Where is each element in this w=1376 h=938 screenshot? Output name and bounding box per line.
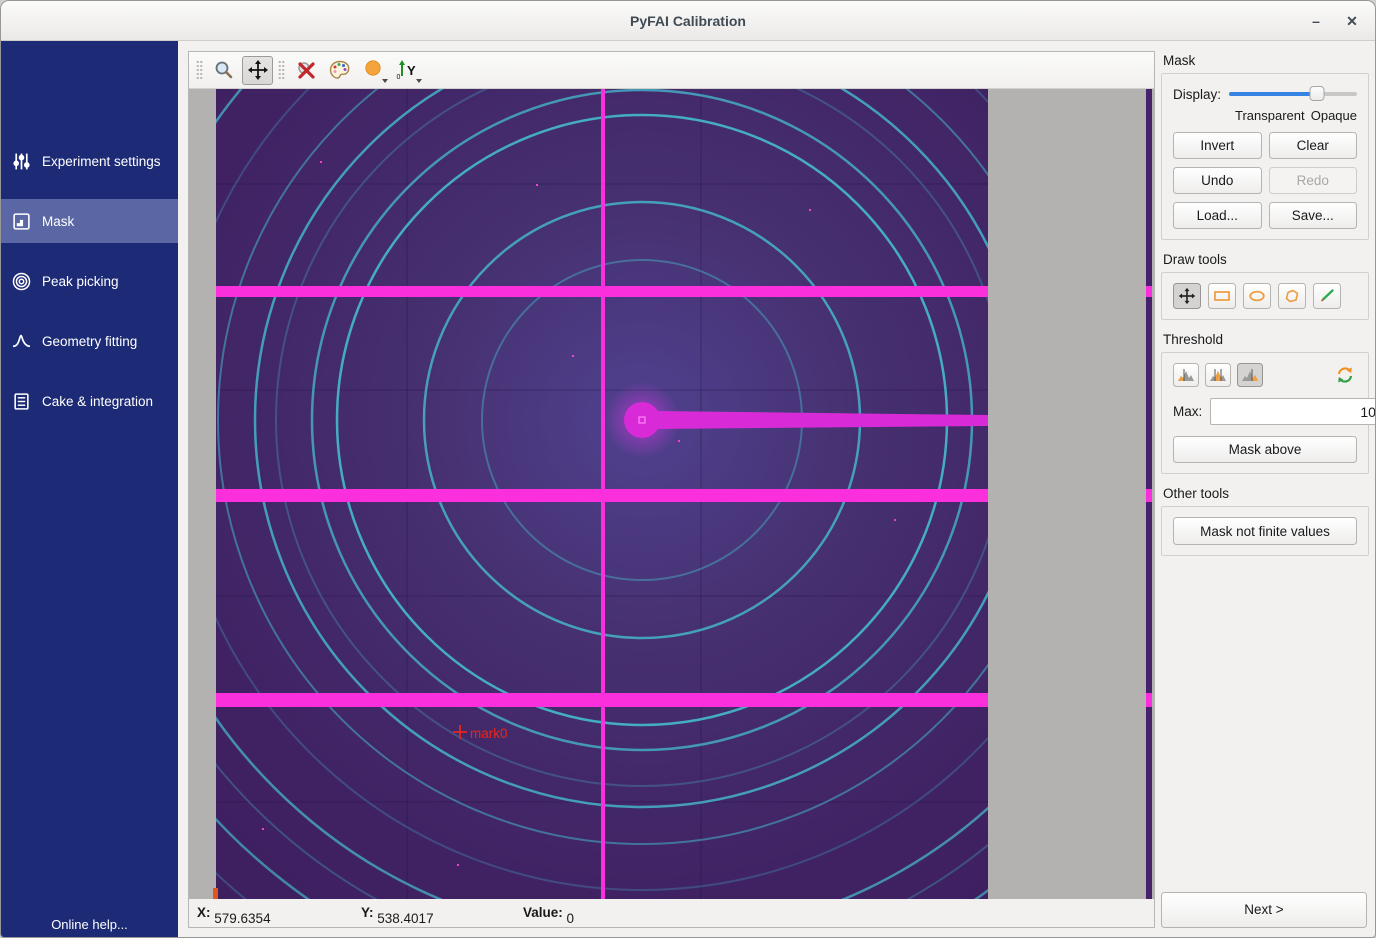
refresh-button[interactable] bbox=[1333, 363, 1357, 387]
refresh-icon bbox=[1335, 365, 1355, 385]
mask-above-histogram-icon bbox=[1241, 368, 1259, 382]
toolbar-grip[interactable] bbox=[278, 60, 285, 80]
ellipse-tool-icon bbox=[1248, 288, 1266, 304]
sidebar-item-mask[interactable]: Mask bbox=[1, 199, 178, 243]
clear-button[interactable]: Clear bbox=[1269, 132, 1358, 159]
dropdown-caret-icon bbox=[382, 79, 388, 83]
display-label: Display: bbox=[1173, 87, 1221, 102]
pan-tool-icon bbox=[1178, 287, 1196, 305]
pan-tool-button[interactable] bbox=[1173, 283, 1201, 309]
window-title: PyFAI Calibration bbox=[1, 1, 1375, 41]
other-tools-groupbox: Mask not finite values bbox=[1161, 506, 1369, 556]
cursor-value-readout: Value: 0 bbox=[523, 905, 567, 920]
sidebar-item-experiment-settings[interactable]: Experiment settings bbox=[1, 139, 178, 183]
mask-tools-panel: Mask Display: Transparent Opaque Invert … bbox=[1161, 41, 1369, 937]
orange-edge-tick bbox=[213, 888, 218, 899]
pan-button[interactable] bbox=[242, 56, 273, 85]
colormap-palette-icon bbox=[328, 58, 352, 82]
y-axis-orientation-button[interactable]: Y 0 bbox=[392, 56, 423, 85]
sidebar-item-peak-picking[interactable]: Peak picking bbox=[1, 259, 178, 303]
pencil-tool-icon bbox=[1318, 288, 1336, 304]
plot-widget: Y 0 bbox=[188, 51, 1155, 928]
clear-zoom-button[interactable] bbox=[290, 56, 321, 85]
slider-handle[interactable] bbox=[1310, 86, 1325, 101]
mask-above-button[interactable]: Mask above bbox=[1173, 436, 1357, 463]
peak-curve-icon bbox=[12, 332, 31, 351]
toolbar-grip[interactable] bbox=[196, 60, 203, 80]
sidebar-item-label: Peak picking bbox=[42, 274, 119, 289]
draw-tools-section-title: Draw tools bbox=[1163, 252, 1369, 267]
sidebar-item-label: Geometry fitting bbox=[42, 334, 137, 349]
transparent-label: Transparent bbox=[1235, 108, 1305, 123]
plot-canvas[interactable]: mark0 bbox=[189, 89, 1154, 899]
threshold-section-title: Threshold bbox=[1163, 332, 1369, 347]
zoom-icon bbox=[213, 59, 235, 81]
next-button[interactable]: Next > bbox=[1161, 892, 1367, 928]
clear-zoom-icon bbox=[294, 58, 318, 82]
mask-section-title: Mask bbox=[1163, 53, 1369, 68]
sidebar-item-cake-integration[interactable]: Cake & integration bbox=[1, 379, 178, 423]
online-help-link[interactable]: Online help... bbox=[1, 917, 178, 932]
mask-between-histogram-icon bbox=[1209, 368, 1227, 382]
polygon-tool-button[interactable] bbox=[1278, 283, 1306, 309]
redo-button[interactable]: Redo bbox=[1269, 167, 1358, 194]
invert-button[interactable]: Invert bbox=[1173, 132, 1262, 159]
marker-label: mark0 bbox=[470, 726, 508, 741]
mask-between-button[interactable] bbox=[1205, 363, 1231, 387]
mask-groupbox: Display: Transparent Opaque Invert Clear… bbox=[1161, 73, 1369, 240]
mask-color-button[interactable] bbox=[358, 56, 389, 85]
max-threshold-input[interactable] bbox=[1210, 398, 1376, 425]
other-tools-section-title: Other tools bbox=[1163, 486, 1369, 501]
plot-toolbar: Y 0 bbox=[189, 52, 1154, 89]
sliders-icon bbox=[12, 152, 31, 171]
close-button[interactable]: ✕ bbox=[1333, 1, 1371, 41]
concentric-rings-icon bbox=[12, 272, 31, 291]
polygon-tool-icon bbox=[1283, 288, 1301, 304]
max-label: Max: bbox=[1173, 404, 1202, 419]
mask-not-finite-button[interactable]: Mask not finite values bbox=[1173, 517, 1357, 545]
lined-document-icon bbox=[12, 392, 31, 411]
colormap-button[interactable] bbox=[324, 56, 355, 85]
opaque-label: Opaque bbox=[1311, 108, 1357, 123]
titlebar: PyFAI Calibration – ✕ bbox=[1, 1, 1375, 41]
cursor-y-readout: Y: 538.4017 bbox=[361, 905, 377, 920]
dropdown-caret-icon bbox=[416, 79, 422, 83]
mask-image-icon bbox=[12, 212, 31, 231]
rectangle-tool-button[interactable] bbox=[1208, 283, 1236, 309]
app-window: PyFAI Calibration – ✕ Experiment setting… bbox=[0, 0, 1376, 938]
svg-text:Y: Y bbox=[407, 63, 416, 78]
pencil-tool-button[interactable] bbox=[1313, 283, 1341, 309]
threshold-groupbox: Max: Mask above bbox=[1161, 352, 1369, 474]
mask-below-histogram-icon bbox=[1177, 368, 1195, 382]
sidebar: Experiment settings Mask Peak picking Ge… bbox=[1, 41, 178, 937]
mask-opacity-slider[interactable] bbox=[1229, 86, 1357, 102]
mask-above-threshold-button[interactable] bbox=[1237, 363, 1263, 387]
ellipse-tool-button[interactable] bbox=[1243, 283, 1271, 309]
draw-tools-groupbox bbox=[1161, 272, 1369, 320]
load-button[interactable]: Load... bbox=[1173, 202, 1262, 229]
sidebar-item-label: Experiment settings bbox=[42, 154, 161, 169]
minimize-button[interactable]: – bbox=[1297, 1, 1335, 41]
undo-button[interactable]: Undo bbox=[1173, 167, 1262, 194]
sidebar-item-geometry-fitting[interactable]: Geometry fitting bbox=[1, 319, 178, 363]
mask-below-button[interactable] bbox=[1173, 363, 1199, 387]
sidebar-item-label: Cake & integration bbox=[42, 394, 153, 409]
zoom-button[interactable] bbox=[208, 56, 239, 85]
cursor-x-readout: X: 579.6354 bbox=[197, 905, 214, 920]
save-button[interactable]: Save... bbox=[1269, 202, 1358, 229]
cursor-status-bar: X: 579.6354 Y: 538.4017 Value: 0 bbox=[189, 899, 1154, 927]
rectangle-tool-icon bbox=[1213, 288, 1231, 304]
svg-text:0: 0 bbox=[396, 74, 400, 81]
diffraction-plot: mark0 bbox=[189, 89, 1154, 899]
image-edge-sliver bbox=[1146, 89, 1152, 899]
sidebar-item-label: Mask bbox=[42, 214, 74, 229]
pan-icon bbox=[247, 59, 269, 81]
